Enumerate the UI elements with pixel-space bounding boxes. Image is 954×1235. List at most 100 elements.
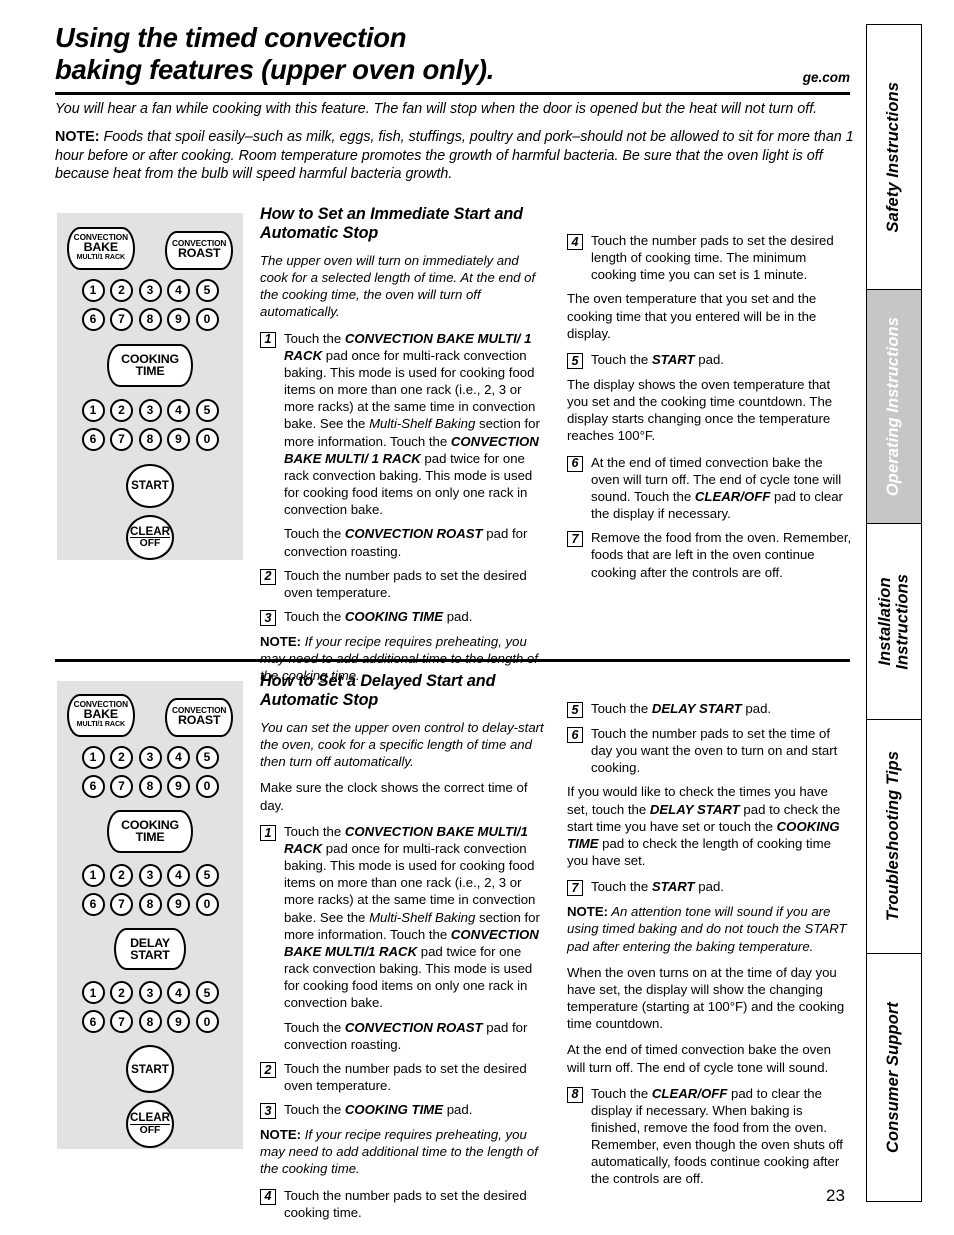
number-key-8[interactable]: 8 — [138, 427, 162, 451]
number-key-7[interactable]: 7 — [110, 307, 133, 331]
number-key-6[interactable]: 6 — [81, 427, 105, 451]
convection-bake-pad[interactable]: CONVECTION BAKE MULTI/1 RACK — [66, 227, 135, 270]
number-key-1[interactable]: 1 — [81, 863, 105, 887]
delay-start-pad[interactable]: DELAY START — [114, 927, 186, 971]
page-header: Using the timed convection baking featur… — [55, 22, 850, 87]
number-key-5[interactable]: 5 — [195, 398, 219, 422]
note-body: An attention tone will sound if you are … — [567, 904, 847, 954]
pad-name: COOKING TIME — [344, 1102, 444, 1118]
section-tab-rail: Safety Instructions Operating Instructio… — [866, 24, 922, 1202]
tab-troubleshooting-tips[interactable]: Troubleshooting Tips — [867, 720, 921, 954]
number-key-7[interactable]: 7 — [110, 892, 133, 916]
tab-consumer-support[interactable]: Consumer Support — [867, 954, 921, 1201]
number-pad-row-d: 6 7 8 9 0 — [81, 892, 219, 916]
pad-line-2: OFF — [139, 1124, 161, 1136]
section1-step-1: 1 Touch the CONVECTION BAKE MULTI/ 1 RAC… — [260, 330, 545, 560]
number-key-1[interactable]: 1 — [81, 398, 105, 422]
number-key-9[interactable]: 9 — [167, 892, 190, 916]
number-key-1[interactable]: 1 — [81, 745, 105, 769]
step-number: 8 — [567, 1086, 583, 1103]
number-key-8[interactable]: 8 — [138, 774, 162, 798]
number-key-0[interactable]: 0 — [195, 1010, 219, 1034]
number-key-2[interactable]: 2 — [110, 981, 133, 1005]
step-text: Touch the number pads to set the time of… — [591, 726, 838, 776]
number-key-8[interactable]: 8 — [138, 307, 162, 331]
section2-left-column: How to Set a Delayed Start and Automatic… — [260, 672, 545, 1228]
cooking-time-pad[interactable]: COOKING TIME — [107, 343, 193, 387]
number-key-7[interactable]: 7 — [110, 427, 133, 451]
start-pad[interactable]: START — [126, 463, 174, 509]
number-key-8[interactable]: 8 — [138, 1010, 162, 1034]
number-key-5[interactable]: 5 — [195, 745, 219, 769]
number-key-5[interactable]: 5 — [195, 863, 219, 887]
tab-label: Operating Instructions — [884, 316, 903, 497]
section2-step-5: 5 Touch the DELAY START pad. — [567, 700, 852, 718]
number-key-7[interactable]: 7 — [110, 774, 133, 798]
step-number: 1 — [260, 331, 276, 348]
number-key-4[interactable]: 4 — [167, 981, 190, 1005]
number-key-2[interactable]: 2 — [110, 745, 133, 769]
number-key-9[interactable]: 9 — [167, 307, 190, 331]
number-key-2[interactable]: 2 — [110, 278, 133, 302]
page-title-line1: Using the timed convection — [55, 22, 407, 53]
number-key-2[interactable]: 2 — [110, 863, 133, 887]
number-key-8[interactable]: 8 — [138, 892, 162, 916]
section2-lead: You can set the upper oven control to de… — [260, 720, 544, 770]
section2-para-end: At the end of timed convection bake the … — [567, 1042, 831, 1075]
number-key-9[interactable]: 9 — [167, 1010, 190, 1034]
cooking-time-pad[interactable]: COOKING TIME — [107, 809, 193, 853]
number-key-0[interactable]: 0 — [195, 427, 219, 451]
number-key-3[interactable]: 3 — [138, 981, 162, 1005]
start-pad[interactable]: START — [126, 1045, 174, 1094]
number-key-0[interactable]: 0 — [195, 892, 219, 916]
intro-note: NOTE: Foods that spoil easily–such as mi… — [55, 128, 855, 183]
number-key-1[interactable]: 1 — [81, 981, 105, 1005]
convection-bake-pad[interactable]: CONVECTION BAKE MULTI/1 RACK — [66, 694, 135, 737]
tab-operating-instructions[interactable]: Operating Instructions — [867, 290, 921, 524]
section2-step-4: 4 Touch the number pads to set the desir… — [260, 1187, 545, 1221]
convection-roast-pad[interactable]: CONVECTION ROAST — [165, 231, 234, 270]
section2-right-column: 5 Touch the DELAY START pad. 6 Touch the… — [567, 700, 852, 1195]
number-key-6[interactable]: 6 — [81, 892, 105, 916]
number-key-3[interactable]: 3 — [138, 278, 162, 302]
convection-roast-pad[interactable]: CONVECTION ROAST — [165, 698, 234, 737]
number-key-3[interactable]: 3 — [138, 745, 162, 769]
number-key-6[interactable]: 6 — [81, 774, 105, 798]
number-key-4[interactable]: 4 — [167, 863, 190, 887]
step-text: Touch the CLEAR/OFF pad to clear the dis… — [591, 1085, 852, 1188]
clear-off-pad[interactable]: CLEAR OFF — [126, 1100, 174, 1149]
step-paragraph: Touch the CONVECTION ROAST pad for conve… — [284, 525, 545, 559]
step-text: At the end of timed convection bake the … — [591, 454, 852, 523]
t: pad. — [741, 701, 772, 716]
step-number: 2 — [260, 568, 276, 585]
number-key-2[interactable]: 2 — [110, 398, 133, 422]
tab-safety-instructions[interactable]: Safety Instructions — [867, 25, 921, 290]
number-key-7[interactable]: 7 — [110, 1010, 133, 1034]
number-key-5[interactable]: 5 — [195, 981, 219, 1005]
number-key-5[interactable]: 5 — [195, 278, 219, 302]
number-key-6[interactable]: 6 — [81, 1010, 105, 1034]
number-key-9[interactable]: 9 — [167, 774, 190, 798]
number-key-3[interactable]: 3 — [138, 398, 162, 422]
number-key-4[interactable]: 4 — [167, 278, 190, 302]
section-divider — [55, 659, 850, 662]
number-key-6[interactable]: 6 — [81, 307, 105, 331]
tab-installation-instructions[interactable]: Installation Instructions — [867, 524, 921, 720]
ge-com-link[interactable]: ge.com — [803, 70, 850, 85]
number-key-9[interactable]: 9 — [167, 427, 190, 451]
pad-line-3: MULTI/1 RACK — [76, 252, 125, 261]
number-key-1[interactable]: 1 — [81, 278, 105, 302]
number-key-0[interactable]: 0 — [195, 774, 219, 798]
number-key-4[interactable]: 4 — [167, 745, 190, 769]
pad-name: DELAY START — [649, 801, 740, 817]
number-key-4[interactable]: 4 — [167, 398, 190, 422]
clear-off-pad[interactable]: CLEAR OFF — [126, 515, 174, 560]
note-label: NOTE: — [567, 904, 609, 920]
pad-line-2: OFF — [139, 538, 161, 550]
step-text: Touch the number pads to set the desired… — [284, 1060, 527, 1093]
t: Touch the — [591, 879, 652, 895]
number-key-0[interactable]: 0 — [195, 307, 219, 331]
number-pad-row-b: 6 7 8 9 0 — [81, 774, 219, 798]
number-key-3[interactable]: 3 — [138, 863, 162, 887]
number-pad-row-d: 6 7 8 9 0 — [81, 427, 219, 451]
